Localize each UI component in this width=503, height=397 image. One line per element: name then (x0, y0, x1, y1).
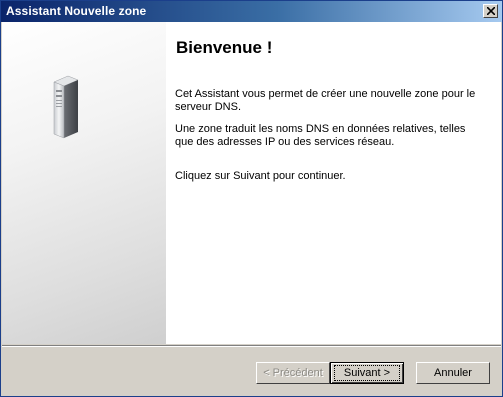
continue-instruction-text: Cliquez sur Suivant pour continuer. (175, 170, 346, 182)
page-title: Bienvenue ! (176, 38, 273, 57)
close-icon (487, 7, 495, 15)
wizard-content: Bienvenue ! Cet Assistant vous permet de… (2, 22, 501, 344)
intro-text: Cet Assistant vous permet de créer une n… (175, 88, 476, 113)
server-icon (53, 75, 79, 139)
wizard-window: Assistant Nouvelle zone Bienvenue ! Cet … (0, 0, 503, 397)
zone-description-text: Une zone traduit les noms DNS en données… (175, 123, 466, 148)
button-area-divider (2, 345, 501, 347)
previous-button-label: < Précédent (263, 367, 323, 379)
cancel-button[interactable]: Annuler (416, 362, 490, 384)
close-button[interactable] (483, 4, 498, 18)
window-title: Assistant Nouvelle zone (6, 4, 147, 18)
title-bar[interactable]: Assistant Nouvelle zone (1, 1, 502, 22)
next-button[interactable]: Suivant > (330, 362, 404, 384)
cancel-button-label: Annuler (434, 367, 472, 379)
next-button-label: Suivant > (333, 365, 401, 381)
previous-button[interactable]: < Précédent (256, 362, 330, 384)
wizard-side-panel (2, 22, 166, 344)
